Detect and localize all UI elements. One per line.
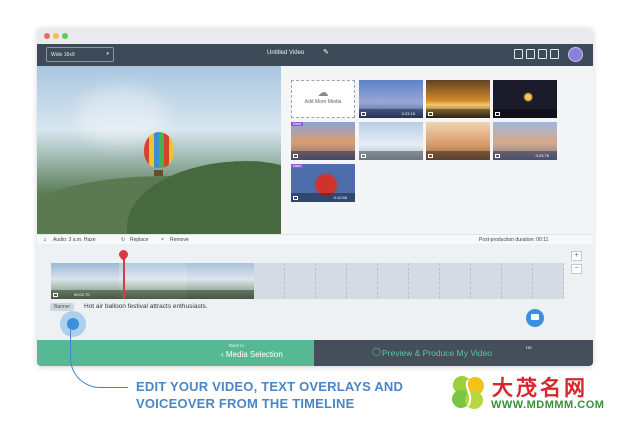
text-overlay[interactable]: Hot air balloon festival attracts enthus… — [84, 303, 208, 310]
clip-bar — [187, 290, 254, 299]
add-media-label: Add More Media — [304, 99, 342, 105]
editor-window: Wide 16x9 ▾ Untitled Video ✎ ☁ Add More … — [37, 28, 593, 366]
aspect-ratio-select[interactable]: Wide 16x9 ▾ — [46, 47, 114, 62]
video-icon — [495, 154, 500, 158]
replace-icon: ↻ — [121, 237, 126, 243]
balloon-basket — [154, 170, 163, 176]
thumbnail-bar — [426, 151, 490, 160]
empty-slot — [471, 263, 502, 299]
media-thumbnail[interactable] — [359, 122, 423, 160]
empty-slot — [440, 263, 471, 299]
produce-label: Preview & Produce My Video — [382, 348, 492, 358]
media-thumbnail[interactable] — [426, 122, 490, 160]
audio-track-label: Audio: 3 a.m. Haze — [53, 237, 96, 243]
hill-shape — [127, 161, 281, 234]
timeline: 00:02.70 + − Banner Hot air balloon fest… — [37, 244, 593, 340]
video-title[interactable]: Untitled Video — [267, 50, 304, 56]
playhead-handle[interactable] — [117, 248, 130, 261]
back-small-label: Back to — [229, 343, 245, 348]
caption-line-2: VOICEOVER FROM THE TIMELINE — [136, 396, 355, 411]
check-circle-icon: ◯ — [372, 347, 381, 356]
timeline-clip[interactable]: 00:02.70 — [51, 263, 119, 299]
chevron-down-icon: ▾ — [106, 51, 109, 57]
thumbnail-bar — [493, 109, 557, 118]
used-badge: Used — [291, 122, 304, 126]
thumbnail-bar — [426, 109, 490, 118]
maximize-window-button[interactable] — [62, 33, 68, 39]
empty-slot — [533, 263, 564, 299]
empty-slot — [316, 263, 347, 299]
timeline-clip[interactable] — [119, 263, 187, 299]
overlay-type-badge[interactable]: Banner — [50, 303, 75, 311]
minimize-window-button[interactable] — [53, 33, 59, 39]
replace-audio-button[interactable]: Replace — [130, 237, 148, 243]
video-icon — [53, 293, 58, 297]
video-icon — [293, 154, 298, 158]
music-note-icon: ♫ — [43, 237, 47, 243]
cloud-upload-icon: ☁ — [317, 87, 329, 99]
empty-slot — [285, 263, 316, 299]
aspect-ratio-value: Wide 16x9 — [51, 51, 75, 58]
chat-icon[interactable] — [526, 309, 544, 327]
back-label: ‹ Media Selection — [221, 350, 283, 359]
remove-audio-button[interactable]: Remove — [170, 237, 189, 243]
media-thumbnail[interactable]: 0:23.76 — [493, 122, 557, 160]
empty-slot — [409, 263, 440, 299]
used-badge: Used — [291, 164, 304, 168]
thumbnail-duration: 0:23.76 — [535, 153, 549, 158]
video-icon — [293, 196, 298, 200]
toolbar-icons — [514, 49, 559, 59]
thumbnail-duration: 0:10.56 — [333, 195, 347, 200]
share-icon[interactable] — [550, 49, 559, 59]
top-toolbar: Wide 16x9 ▾ Untitled Video ✎ — [37, 44, 593, 66]
zoom-in-button[interactable]: + — [571, 251, 582, 261]
media-library: ☁ Add More Media 0:23.18 Used 0:23.76 Us… — [281, 66, 593, 234]
thumbnail-duration: 0:23.18 — [401, 111, 415, 116]
media-thumbnail[interactable] — [426, 80, 490, 118]
video-preview[interactable] — [37, 66, 281, 234]
callout-line — [70, 330, 128, 388]
timeline-track[interactable]: 00:02.70 — [51, 263, 564, 299]
clover-logo-icon — [452, 376, 484, 409]
brand-url: WWW.MDMMM.COM — [491, 399, 605, 411]
clip-bar — [119, 290, 187, 299]
thumbnail-bar — [359, 151, 423, 160]
avatar[interactable] — [568, 47, 583, 62]
exit-icon[interactable] — [514, 49, 523, 59]
production-duration: Post-production duration: 00:11 — [479, 237, 549, 243]
preview-produce-button[interactable]: ◯ Preview & Produce My Video HD — [314, 340, 593, 366]
close-window-button[interactable] — [44, 33, 50, 39]
empty-slot — [378, 263, 409, 299]
add-media-button[interactable]: ☁ Add More Media — [291, 80, 355, 118]
video-icon — [495, 112, 500, 116]
video-icon — [428, 112, 433, 116]
video-icon — [361, 154, 366, 158]
caption: EDIT YOUR VIDEO, TEXT OVERLAYS AND VOICE… — [136, 378, 403, 412]
zoom-out-button[interactable]: − — [571, 264, 582, 274]
media-thumbnail[interactable] — [493, 80, 557, 118]
video-icon — [428, 154, 433, 158]
title-bar — [37, 28, 593, 44]
video-icon — [361, 112, 366, 116]
clip-duration: 00:02.70 — [74, 292, 90, 297]
hot-air-balloon-image — [144, 132, 174, 168]
brand-name: 大茂名网 — [492, 376, 588, 400]
audio-bar: ♫ Audio: 3 a.m. Haze ↻ Replace × Remove … — [37, 234, 593, 244]
thumbnail-bar — [291, 151, 355, 160]
empty-slot — [502, 263, 533, 299]
caption-line-1: EDIT YOUR VIDEO, TEXT OVERLAYS AND — [136, 379, 404, 394]
save-icon[interactable] — [538, 49, 547, 59]
media-thumbnail[interactable]: Used — [291, 122, 355, 160]
timeline-clip[interactable] — [187, 263, 254, 299]
empty-slot — [347, 263, 378, 299]
media-thumbnail[interactable]: Used 0:10.56 — [291, 164, 355, 202]
empty-slot — [254, 263, 285, 299]
pencil-icon[interactable]: ✎ — [323, 48, 329, 56]
trash-icon[interactable] — [526, 49, 535, 59]
media-thumbnail[interactable]: 0:23.18 — [359, 80, 423, 118]
hd-badge: HD — [526, 345, 532, 350]
close-icon: × — [161, 237, 164, 243]
